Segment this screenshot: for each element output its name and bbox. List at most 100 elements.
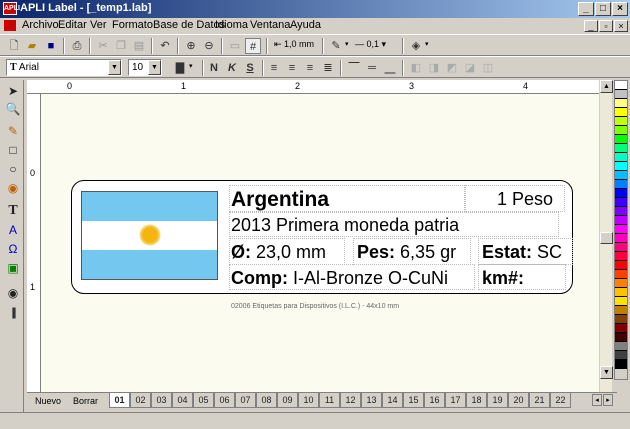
barcode-icon[interactable]: ||| [4, 303, 22, 321]
tab-sheet-17[interactable]: 17 [445, 393, 466, 408]
save-icon[interactable]: ■ [43, 38, 59, 54]
rotate-90-icon[interactable]: ◨ [426, 60, 442, 76]
font-size-select[interactable]: 10 ▼ [128, 59, 162, 76]
text-color-icon[interactable]: ▇ [172, 60, 188, 76]
tab-sheet-18[interactable]: 18 [466, 393, 487, 408]
menu-ventana[interactable]: Ventana [250, 19, 290, 31]
tab-sheet-16[interactable]: 16 [424, 393, 445, 408]
tab-sheet-13[interactable]: 13 [361, 393, 382, 408]
color-swatch[interactable] [615, 261, 627, 270]
color-swatch[interactable] [615, 90, 627, 99]
color-swatch[interactable] [615, 288, 627, 297]
menu-idioma[interactable]: Idioma [215, 19, 248, 31]
tab-sheet-20[interactable]: 20 [508, 393, 529, 408]
valign-bottom-icon[interactable]: ⎽ [382, 60, 398, 76]
color-swatch[interactable] [615, 360, 627, 369]
km-field[interactable]: km#: [482, 269, 524, 287]
image-icon[interactable]: ◉ [4, 179, 22, 197]
color-swatch[interactable] [615, 279, 627, 288]
coin-description[interactable]: 2013 Primera moneda patria [231, 216, 459, 234]
tab-scroll-right-icon[interactable]: ▸ [603, 394, 613, 406]
color-swatch[interactable] [615, 342, 627, 351]
curved-text-icon[interactable]: A [4, 221, 22, 239]
chevron-down-icon[interactable]: ▼ [148, 60, 161, 75]
paste-icon[interactable]: ▤ [131, 38, 147, 54]
coin-country[interactable]: Argentina [231, 189, 329, 210]
mdi-restore-button[interactable]: ▫ [599, 20, 613, 32]
tab-sheet-08[interactable]: 08 [256, 393, 277, 408]
cut-icon[interactable]: ✂ [95, 38, 111, 54]
pen-color-dropdown[interactable]: ▾ [345, 40, 349, 48]
status-field[interactable]: Estat: SC [482, 243, 562, 261]
color-palette[interactable] [614, 80, 628, 380]
close-button[interactable]: × [612, 2, 628, 16]
tab-sheet-01[interactable]: 01 [109, 393, 130, 408]
symbol-icon[interactable]: Ω [4, 240, 22, 258]
tab-sheet-04[interactable]: 04 [172, 393, 193, 408]
weight-field[interactable]: Pes: 6,35 gr [357, 243, 456, 261]
scroll-up-icon[interactable]: ▲ [600, 80, 613, 93]
chevron-down-icon[interactable]: ▼ [108, 60, 121, 75]
ellipse-icon[interactable]: ○ [4, 160, 22, 178]
text-color-dropdown[interactable]: ▾ [189, 62, 193, 70]
text-tool-icon[interactable]: T [4, 202, 22, 220]
tab-scroll-left-icon[interactable]: ◂ [592, 394, 602, 406]
vertical-scrollbar[interactable]: ▲ ▼ [599, 80, 613, 392]
color-swatch[interactable] [615, 153, 627, 162]
zoom-out-icon[interactable]: ⊖ [201, 38, 217, 54]
menu-formato[interactable]: Formato [112, 19, 153, 31]
color-swatch[interactable] [615, 108, 627, 117]
doc-icon[interactable] [4, 20, 16, 31]
color-swatch[interactable] [615, 135, 627, 144]
align-right-icon[interactable]: ≡ [302, 60, 318, 76]
color-swatch[interactable] [615, 171, 627, 180]
align-left-icon[interactable]: ≡ [266, 60, 282, 76]
argentina-flag-image[interactable] [81, 191, 218, 280]
tab-sheet-10[interactable]: 10 [298, 393, 319, 408]
color-swatch[interactable] [615, 225, 627, 234]
rotate-0-icon[interactable]: ◧ [408, 60, 424, 76]
color-swatch[interactable] [615, 315, 627, 324]
menu-archivo[interactable]: Archivo [22, 19, 59, 31]
color-swatch[interactable] [615, 207, 627, 216]
align-center-icon[interactable]: ≡ [284, 60, 300, 76]
color-swatch[interactable] [615, 333, 627, 342]
color-swatch[interactable] [615, 99, 627, 108]
color-swatch[interactable] [615, 81, 627, 90]
valign-middle-icon[interactable]: ═ [364, 60, 380, 76]
scroll-down-icon[interactable]: ▼ [600, 366, 613, 379]
new-file-icon[interactable]: 🗋 [6, 38, 22, 54]
composition-field[interactable]: Comp: I-Al-Bronze O-CuNi [231, 269, 448, 287]
color-swatch[interactable] [615, 297, 627, 306]
print-icon[interactable]: ⎙ [69, 38, 85, 54]
valign-top-icon[interactable]: ⎺ [346, 60, 362, 76]
rotate-270-icon[interactable]: ◪ [462, 60, 478, 76]
minimize-button[interactable]: _ [578, 2, 594, 16]
color-swatch[interactable] [615, 252, 627, 261]
tab-sheet-21[interactable]: 21 [529, 393, 550, 408]
tab-sheet-22[interactable]: 22 [550, 393, 571, 408]
rectangle-icon[interactable]: □ [4, 141, 22, 159]
mdi-minimize-button[interactable]: _ [584, 20, 598, 32]
pen-color-icon[interactable]: ✎ [328, 38, 344, 54]
coin-value[interactable]: 1 Peso [497, 190, 553, 208]
pencil-icon[interactable]: ✎ [4, 122, 22, 140]
tab-sheet-02[interactable]: 02 [130, 393, 151, 408]
justify-icon[interactable]: ≣ [320, 60, 336, 76]
line-style-control[interactable]: — 0,1 ▾ [355, 39, 386, 50]
color-swatch[interactable] [615, 270, 627, 279]
preview-eye-icon[interactable]: ◉ [4, 284, 22, 302]
diameter-field[interactable]: Ø: 23,0 mm [231, 243, 326, 261]
delete-sheet-button[interactable]: Borrar [73, 396, 98, 406]
tab-sheet-03[interactable]: 03 [151, 393, 172, 408]
scroll-thumb[interactable] [600, 232, 613, 244]
tab-sheet-19[interactable]: 19 [487, 393, 508, 408]
color-swatch[interactable] [615, 306, 627, 315]
underline-button[interactable]: S [242, 60, 258, 76]
color-swatch[interactable] [615, 162, 627, 171]
flip-icon[interactable]: ◫ [480, 60, 496, 76]
font-name-select[interactable]: T Arial ▼ [6, 59, 122, 76]
menu-ver[interactable]: Ver [90, 19, 107, 31]
zoom-tool-icon[interactable]: 🔍 [4, 100, 22, 118]
menu-editar[interactable]: Editar [58, 19, 87, 31]
